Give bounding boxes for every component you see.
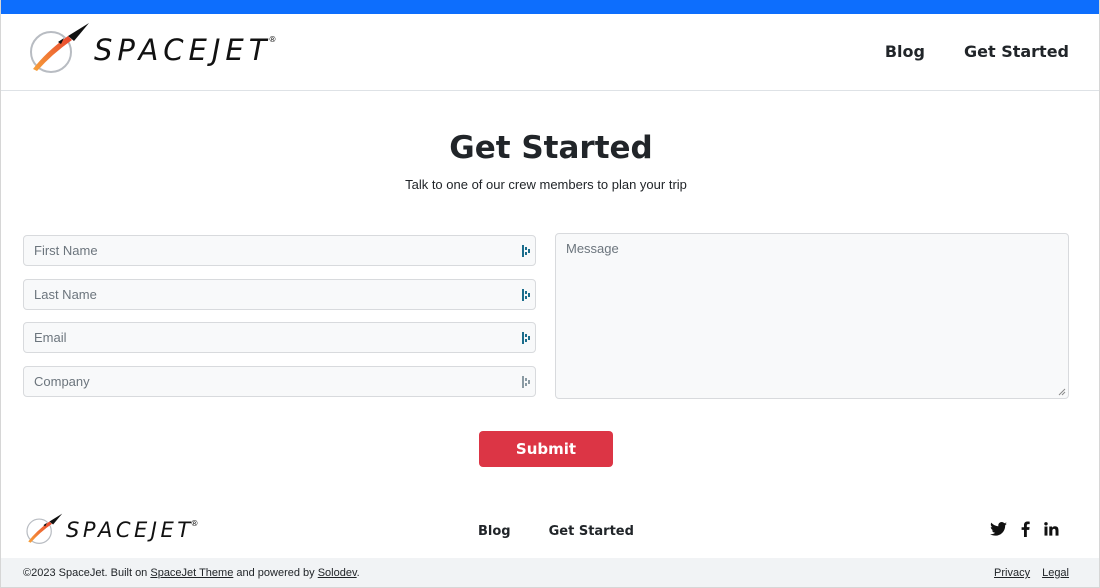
nav-blog-link[interactable]: Blog <box>885 42 925 62</box>
copyright-text: ©2023 SpaceJet. Built on SpaceJet Theme … <box>23 567 360 579</box>
header: SPACEJET® Blog Get Started <box>1 14 1099 91</box>
last-name-input[interactable] <box>24 280 535 309</box>
footer-blog-link[interactable]: Blog <box>478 524 511 539</box>
footer-brand-logo[interactable]: SPACEJET® <box>25 513 199 547</box>
message-field <box>555 233 1069 399</box>
nav-get-started-link[interactable]: Get Started <box>964 42 1069 62</box>
footer-brand-text: SPACEJET <box>66 517 194 542</box>
linkedin-icon[interactable] <box>1044 522 1059 541</box>
solodev-link[interactable]: Solodev <box>318 567 357 579</box>
first-name-field <box>23 235 536 266</box>
company-field <box>23 366 536 397</box>
footer-nav: Blog Get Started <box>478 524 634 539</box>
email-field <box>23 322 536 353</box>
spacejet-theme-link[interactable]: SpaceJet Theme <box>150 567 233 579</box>
rocket-logo-icon <box>26 513 63 544</box>
twitter-icon[interactable] <box>990 522 1007 541</box>
autofill-key-icon[interactable] <box>521 288 531 302</box>
facebook-icon[interactable] <box>1021 521 1030 542</box>
footer-get-started-link[interactable]: Get Started <box>549 524 634 539</box>
legal-link[interactable]: Legal <box>1042 567 1069 579</box>
privacy-link[interactable]: Privacy <box>994 567 1030 579</box>
autofill-key-icon[interactable] <box>521 331 531 345</box>
brand-text: SPACEJET <box>94 32 272 67</box>
brand-name: SPACEJET® <box>94 32 277 67</box>
last-name-field <box>23 279 536 310</box>
page: SPACEJET® Blog Get Started Get Started T… <box>0 0 1100 588</box>
autofill-key-icon[interactable] <box>521 244 531 258</box>
copyright-period: . <box>356 567 360 579</box>
submit-button[interactable]: Submit <box>479 431 613 467</box>
legal-links: Privacy Legal <box>994 567 1069 579</box>
footer-brand-name: SPACEJET® <box>66 517 199 542</box>
registered-mark: ® <box>268 34 277 44</box>
brand-logo[interactable]: SPACEJET® <box>28 22 276 78</box>
autofill-key-icon[interactable] <box>521 375 531 389</box>
registered-mark: ® <box>190 518 199 528</box>
message-textarea[interactable] <box>556 234 1068 398</box>
footer-bottom-bar: ©2023 SpaceJet. Built on SpaceJet Theme … <box>1 558 1099 587</box>
social-links <box>990 521 1059 542</box>
company-input[interactable] <box>24 367 535 396</box>
page-subtitle: Talk to one of our crew members to plan … <box>405 177 687 192</box>
first-name-input[interactable] <box>24 236 535 265</box>
powered-by-text: and powered by <box>233 567 318 579</box>
page-title: Get Started <box>449 130 653 166</box>
rocket-logo-icon <box>30 23 89 73</box>
top-accent-bar <box>1 0 1099 14</box>
main-nav: Blog Get Started <box>885 42 1069 62</box>
email-input[interactable] <box>24 323 535 352</box>
copyright-prefix: ©2023 SpaceJet. Built on <box>23 567 151 579</box>
resize-handle-icon[interactable] <box>1058 388 1066 396</box>
